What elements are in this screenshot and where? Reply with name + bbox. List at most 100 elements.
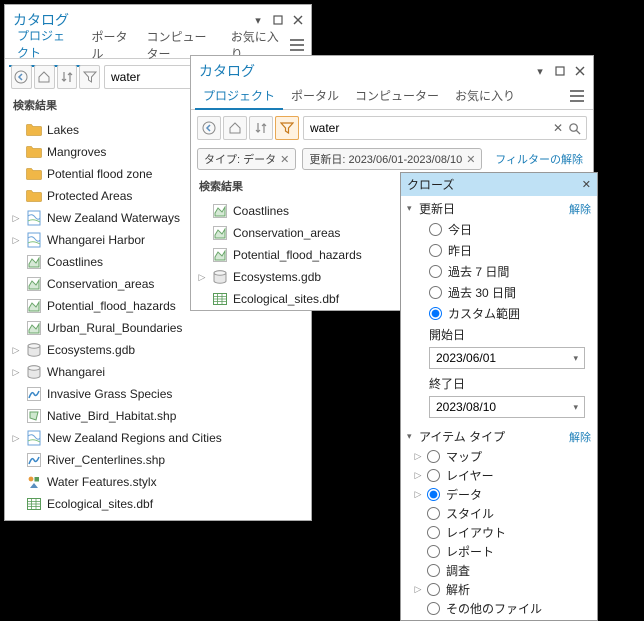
popup-header: クローズ ✕ xyxy=(401,173,597,196)
chip-label: 更新日: 2023/06/01-2023/08/10 xyxy=(309,151,462,167)
back-button[interactable] xyxy=(197,116,221,140)
release-link[interactable]: 解除 xyxy=(569,429,591,445)
radio-label: 過去 7 日間 xyxy=(448,263,509,280)
group-header[interactable]: ▾ アイテム タイプ 解除 xyxy=(407,426,591,447)
radio-option[interactable]: カスタム範囲 xyxy=(407,303,591,324)
item-radio[interactable] xyxy=(427,526,440,539)
group-title: アイテム タイプ xyxy=(419,428,569,445)
expand-icon[interactable]: ▷ xyxy=(11,235,21,245)
item-type-option[interactable]: ▷レイヤー xyxy=(407,466,591,485)
chevron-down-icon: ▾ xyxy=(407,431,419,442)
fc-icon xyxy=(25,297,43,315)
close-icon[interactable] xyxy=(289,11,307,29)
filter-chip-type[interactable]: タイプ: データ✕ xyxy=(197,148,296,170)
item-radio[interactable] xyxy=(427,469,440,482)
expand-icon[interactable]: ▷ xyxy=(11,367,21,377)
tree-item[interactable]: Invasive Grass Species xyxy=(5,383,311,405)
item-radio[interactable] xyxy=(427,545,440,558)
item-type-option[interactable]: ▷データ xyxy=(407,485,591,504)
tree-item[interactable]: Water Features.stylx xyxy=(5,471,311,493)
expand-icon[interactable]: ▷ xyxy=(413,584,423,595)
tree-item[interactable]: Urban_Rural_Boundaries xyxy=(5,317,311,339)
tab-computer[interactable]: コンピューター xyxy=(347,83,447,108)
shp-icon xyxy=(25,407,43,425)
item-type-option[interactable]: レポート xyxy=(407,542,591,561)
item-radio[interactable] xyxy=(427,564,440,577)
radio-label: 過去 30 日間 xyxy=(448,284,516,301)
item-type-option[interactable]: ▷解析 xyxy=(407,580,591,599)
item-type-option[interactable]: レイアウト xyxy=(407,523,591,542)
radio-input[interactable] xyxy=(429,244,442,257)
expand-icon[interactable]: ▷ xyxy=(413,489,423,500)
item-label: Ecological_sites.dbf xyxy=(233,292,339,306)
clear-icon[interactable]: ✕ xyxy=(550,120,566,136)
radio-input[interactable] xyxy=(429,307,442,320)
clear-filters-link[interactable]: フィルターの解除 xyxy=(495,151,587,167)
item-radio[interactable] xyxy=(427,583,440,596)
radio-input[interactable] xyxy=(429,286,442,299)
tree-item[interactable]: ▷Whangarei xyxy=(5,361,311,383)
group-modified-date: ▾ 更新日 解除 今日昨日過去 7 日間過去 30 日間カスタム範囲 開始日 2… xyxy=(401,196,597,424)
filter-chip-date[interactable]: 更新日: 2023/06/01-2023/08/10 ✕ xyxy=(302,148,482,170)
search-box[interactable]: ✕ xyxy=(303,116,587,140)
map-icon xyxy=(25,429,43,447)
item-radio[interactable] xyxy=(427,602,440,615)
item-type-option[interactable]: 調査 xyxy=(407,561,591,580)
filter-button[interactable] xyxy=(79,65,100,89)
radio-option[interactable]: 今日 xyxy=(407,219,591,240)
expand-icon[interactable]: ▷ xyxy=(197,272,207,282)
item-label: New Zealand Regions and Cities xyxy=(47,431,222,445)
end-date-select[interactable]: 2023/08/10▾ xyxy=(429,396,585,418)
tab-project[interactable]: プロジェクト xyxy=(195,83,283,110)
fc-icon xyxy=(211,202,229,220)
radio-label: 昨日 xyxy=(448,242,472,259)
radio-option[interactable]: 過去 30 日間 xyxy=(407,282,591,303)
chip-remove-icon[interactable]: ✕ xyxy=(280,153,289,166)
radio-input[interactable] xyxy=(429,265,442,278)
home-button[interactable] xyxy=(34,65,55,89)
chip-remove-icon[interactable]: ✕ xyxy=(466,153,475,166)
tree-item[interactable]: Ecological_sites.dbf xyxy=(5,493,311,515)
item-radio[interactable] xyxy=(427,488,440,501)
item-label: レイアウト xyxy=(446,524,506,541)
item-radio[interactable] xyxy=(427,507,440,520)
expand-icon[interactable]: ▷ xyxy=(413,470,423,481)
expand-icon[interactable]: ▷ xyxy=(11,433,21,443)
sort-button[interactable] xyxy=(249,116,273,140)
start-date-select[interactable]: 2023/06/01▾ xyxy=(429,347,585,369)
tree-item[interactable]: Native_Bird_Habitat.shp xyxy=(5,405,311,427)
menu-icon[interactable] xyxy=(565,85,589,107)
item-type-option[interactable]: ▷マップ xyxy=(407,447,591,466)
item-type-option[interactable]: その他のファイル xyxy=(407,599,591,618)
expand-icon[interactable]: ▷ xyxy=(11,213,21,223)
item-label: Ecosystems.gdb xyxy=(47,343,135,357)
menu-icon[interactable] xyxy=(288,34,308,56)
panel-title: カタログ xyxy=(199,61,529,81)
filter-button-active[interactable] xyxy=(275,116,299,140)
radio-option[interactable]: 過去 7 日間 xyxy=(407,261,591,282)
search-input[interactable] xyxy=(308,121,550,135)
group-header[interactable]: ▾ 更新日 解除 xyxy=(407,198,591,219)
tree-item[interactable]: ▷ New Zealand Regions and Cities xyxy=(5,427,311,449)
item-label: Potential_flood_hazards xyxy=(47,299,176,313)
tree-item[interactable]: ▷ Ecosystems.gdb xyxy=(5,339,311,361)
dropdown-icon[interactable]: ▾ xyxy=(531,62,549,80)
tree-item[interactable]: River_Centerlines.shp xyxy=(5,449,311,471)
sort-button[interactable] xyxy=(57,65,78,89)
expand-icon[interactable]: ▷ xyxy=(11,345,21,355)
tab-favorites[interactable]: お気に入り xyxy=(447,83,523,108)
close-icon[interactable] xyxy=(571,62,589,80)
item-type-option[interactable]: スタイル xyxy=(407,504,591,523)
radio-input[interactable] xyxy=(429,223,442,236)
popup-close-icon[interactable]: ✕ xyxy=(582,178,591,191)
radio-option[interactable]: 昨日 xyxy=(407,240,591,261)
search-icon[interactable] xyxy=(566,120,582,136)
maximize-icon[interactable] xyxy=(551,62,569,80)
home-button[interactable] xyxy=(223,116,247,140)
release-link[interactable]: 解除 xyxy=(569,201,591,217)
expand-icon[interactable]: ▷ xyxy=(413,451,423,462)
item-radio[interactable] xyxy=(427,450,440,463)
back-button[interactable] xyxy=(11,65,32,89)
item-label: Ecosystems.gdb xyxy=(233,270,321,284)
tab-portal[interactable]: ポータル xyxy=(283,83,347,108)
